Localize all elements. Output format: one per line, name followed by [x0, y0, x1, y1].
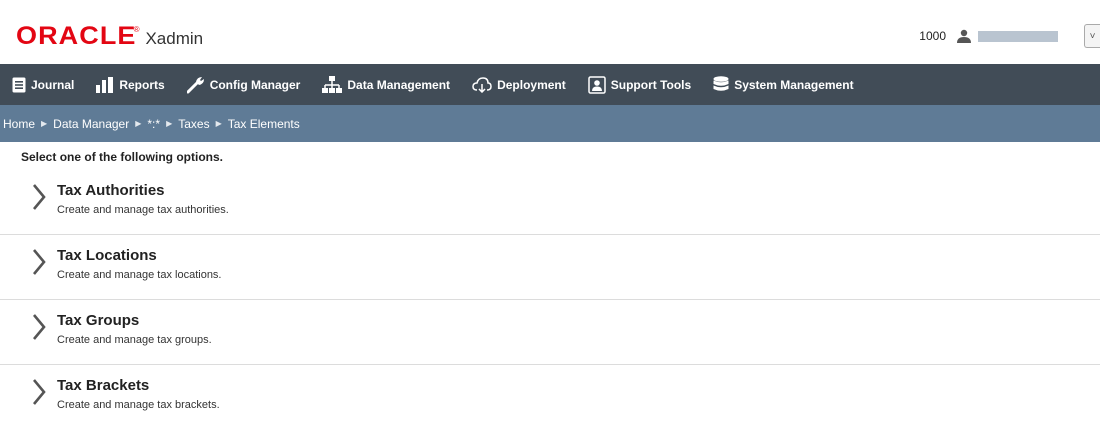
cloud-download-icon — [472, 76, 492, 93]
option-title: Tax Brackets — [57, 377, 150, 394]
user-name — [978, 30, 1058, 42]
chevron-down-icon[interactable]: ˅ — [1084, 24, 1100, 48]
chevron-right-icon — [33, 184, 46, 210]
nav-label: Data Management — [347, 77, 451, 92]
option-tax-groups[interactable]: Tax Groups Create and manage tax groups. — [0, 300, 1100, 365]
option-title: Tax Locations — [57, 247, 157, 264]
nav-label: Reports — [119, 77, 165, 92]
breadcrumb-separator-icon: ▶ — [166, 119, 173, 128]
option-title: Tax Authorities — [57, 182, 165, 199]
database-icon — [713, 75, 729, 91]
option-title: Tax Groups — [57, 312, 140, 329]
store-number: 1000 — [919, 29, 946, 43]
chevron-right-icon — [33, 314, 46, 340]
nav-support-tools[interactable]: Support Tools — [588, 64, 691, 105]
nav-label: Journal — [31, 77, 75, 92]
oracle-logo[interactable]: ORACLE ® Xadmin — [16, 22, 203, 51]
brand-name: ORACLE — [16, 22, 137, 50]
option-tax-brackets[interactable]: Tax Brackets Create and manage tax brack… — [0, 365, 1100, 427]
chevron-right-icon — [33, 379, 46, 405]
breadcrumb-separator-icon: ▶ — [135, 119, 142, 128]
bar-chart-icon — [96, 76, 114, 93]
nav-data-management[interactable]: Data Management — [322, 64, 450, 105]
app-name: Xadmin — [145, 29, 204, 48]
main-content: Select one of the following options. Tax… — [0, 142, 1100, 427]
nav-label: Deployment — [497, 77, 566, 92]
nav-config-manager[interactable]: Config Manager — [186, 64, 301, 105]
breadcrumb-data-manager[interactable]: Data Manager — [53, 117, 129, 131]
support-person-icon — [588, 75, 606, 94]
nav-reports[interactable]: Reports — [96, 64, 165, 105]
main-menu-bar: Journal Reports Config Manager Data Mana… — [0, 64, 1100, 105]
breadcrumb: Home ▶ Data Manager ▶ *:* ▶ Taxes ▶ Tax … — [0, 105, 1100, 142]
journal-icon — [12, 77, 26, 92]
person-icon — [957, 29, 971, 43]
breadcrumb-home[interactable]: Home — [3, 117, 35, 131]
breadcrumb-tax-elements: Tax Elements — [227, 116, 300, 131]
nav-label: Config Manager — [209, 77, 301, 92]
chevron-right-icon — [33, 249, 46, 275]
nav-deployment[interactable]: Deployment — [472, 64, 566, 105]
nav-label: Support Tools — [610, 77, 692, 92]
breadcrumb-org-node[interactable]: *:* — [147, 117, 160, 131]
option-description: Create and manage tax brackets. — [57, 399, 220, 411]
breadcrumb-separator-icon: ▶ — [41, 119, 48, 128]
nav-journal[interactable]: Journal — [12, 64, 74, 105]
option-tax-locations[interactable]: Tax Locations Create and manage tax loca… — [0, 235, 1100, 300]
instructions-text: Select one of the following options. — [21, 150, 223, 164]
org-chart-icon — [322, 75, 343, 93]
breadcrumb-taxes[interactable]: Taxes — [178, 117, 209, 131]
nav-label: System Management — [734, 77, 854, 92]
option-description: Create and manage tax authorities. — [57, 204, 229, 216]
app-header: ORACLE ® Xadmin 1000 ˅ — [0, 0, 1100, 64]
registered-mark: ® — [133, 25, 140, 34]
nav-system-management[interactable]: System Management — [713, 64, 854, 105]
option-description: Create and manage tax locations. — [57, 269, 222, 281]
wrench-icon — [186, 76, 204, 93]
option-tax-authorities[interactable]: Tax Authorities Create and manage tax au… — [0, 170, 1100, 235]
user-area: 1000 ˅ — [919, 24, 1100, 48]
option-description: Create and manage tax groups. — [57, 334, 212, 346]
breadcrumb-separator-icon: ▶ — [215, 119, 222, 128]
